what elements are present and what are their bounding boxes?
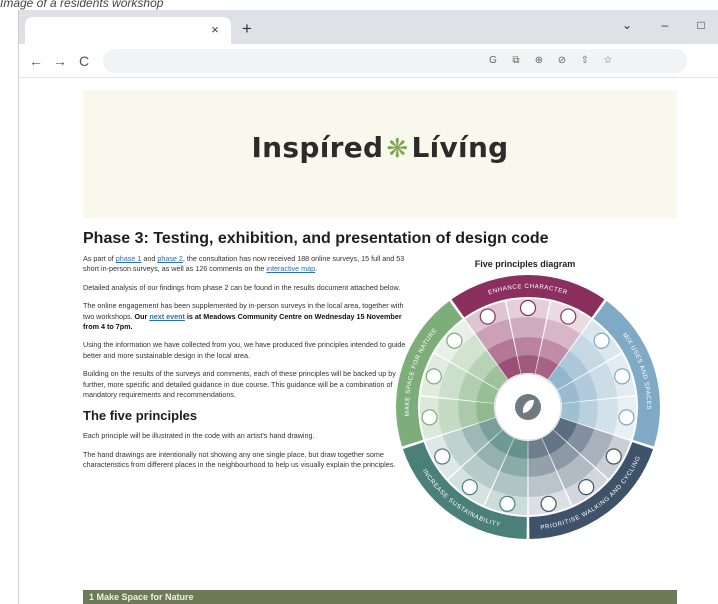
interactive-map-link[interactable]: interactive map: [266, 264, 315, 273]
text-run: and: [141, 254, 158, 263]
browser-toolbar: ← → C G ⧉ ⊕ ⊘ ⇧ ☆: [19, 44, 718, 78]
segment-cell: [594, 398, 618, 435]
principle-icon: [618, 409, 635, 426]
engagement-paragraph: The online engagement has been supplemen…: [83, 301, 413, 332]
hero-banner: Inspíred ❋ Lívíng: [83, 90, 677, 218]
principles-intro-paragraph: Using the information we have collected …: [83, 340, 406, 360]
zoom-icon[interactable]: ⊕: [531, 53, 547, 69]
text-run: .: [315, 264, 318, 274]
principle-icon: [434, 448, 451, 465]
hand-drawings-paragraph: The hand drawings are intentionally not …: [83, 449, 396, 470]
address-bar[interactable]: G ⧉ ⊕ ⊘ ⇧ ☆: [103, 49, 687, 73]
segment-cell: [513, 337, 543, 357]
banner-title: 1 Make Space for Nature: [89, 592, 194, 602]
page-title: Phase 3: Testing, exhibition, and presen…: [83, 230, 549, 247]
five-principles-diagram: ENHANCE CHARACTERMIX USES AND SPACESPRIO…: [396, 275, 660, 539]
section-heading: The five principles: [83, 408, 198, 424]
text-run: As part of: [83, 254, 116, 263]
principle-icon: [560, 308, 577, 325]
logo-flower-icon: ❋: [386, 134, 409, 164]
google-lens-icon[interactable]: G: [485, 53, 501, 69]
guidance-paragraph: Building on the results of the surveys a…: [83, 369, 396, 400]
browser-tab[interactable]: ×: [25, 17, 231, 44]
principle-icon: [593, 332, 610, 349]
text-run-bold: Our: [134, 311, 150, 321]
principle-icon: [446, 332, 463, 349]
article-body: As part of phase 1 and phase 2, the cons…: [83, 254, 413, 479]
browser-window: × + ⌄ – □ ← → C G ⧉ ⊕ ⊘ ⇧ ☆ Inspíred ❋ Lív…: [18, 10, 718, 604]
principle-icon: [499, 495, 516, 512]
diagram-title: Five principles diagram: [474, 259, 576, 269]
phase-1-link[interactable]: phase 1: [116, 254, 142, 263]
principle-icon: [614, 368, 631, 385]
segment-cell: [509, 317, 547, 339]
principle-icon: [605, 448, 622, 465]
principle-icon: [461, 478, 478, 496]
page-viewport: Inspíred ❋ Lívíng Phase 3: Testing, exhibi…: [19, 78, 718, 604]
principle-icon: [578, 478, 595, 496]
share-icon[interactable]: ⇧: [577, 53, 593, 69]
bookmark-star-icon[interactable]: ☆: [600, 53, 616, 69]
segment-cell: [577, 400, 598, 429]
reload-button[interactable]: C: [75, 52, 93, 70]
analysis-paragraph: Detailed analysis of our findings from p…: [83, 282, 401, 292]
tracking-blocked-icon[interactable]: ⊘: [554, 53, 570, 69]
maximize-button[interactable]: □: [691, 16, 711, 34]
principle-icon: [519, 299, 537, 317]
forward-button[interactable]: →: [51, 52, 69, 70]
tab-search-icon[interactable]: ⌄: [617, 16, 637, 34]
segment-cell: [517, 355, 539, 374]
new-tab-button[interactable]: +: [239, 20, 255, 38]
principle-icon: [425, 368, 442, 385]
next-event-link[interactable]: next event: [149, 312, 185, 321]
segment-cell: [458, 400, 479, 429]
intro-paragraph: As part of phase 1 and phase 2, the cons…: [83, 254, 413, 275]
principle-icon: [479, 308, 496, 325]
segment-cell: [438, 398, 462, 435]
logo-text-left: Inspíred: [251, 131, 384, 164]
back-button[interactable]: ←: [27, 52, 45, 70]
site-logo[interactable]: Inspíred ❋ Lívíng: [83, 128, 677, 168]
open-in-app-icon[interactable]: ⧉: [508, 53, 524, 69]
logo-text-right: Lívíng: [411, 131, 509, 164]
principle-icon: [421, 409, 438, 426]
image-caption: Image of a residents workshop: [0, 0, 164, 10]
principle-icon: [540, 495, 557, 512]
illustration-paragraph: Each principle will be illustrated in th…: [83, 431, 315, 441]
phase-2-link[interactable]: phase 2: [157, 254, 183, 263]
principle-banner: 1 Make Space for Nature: [83, 590, 677, 604]
tab-strip: × + ⌄ – □: [19, 10, 718, 44]
close-tab-icon[interactable]: ×: [207, 22, 223, 38]
minimize-button[interactable]: –: [655, 16, 675, 34]
